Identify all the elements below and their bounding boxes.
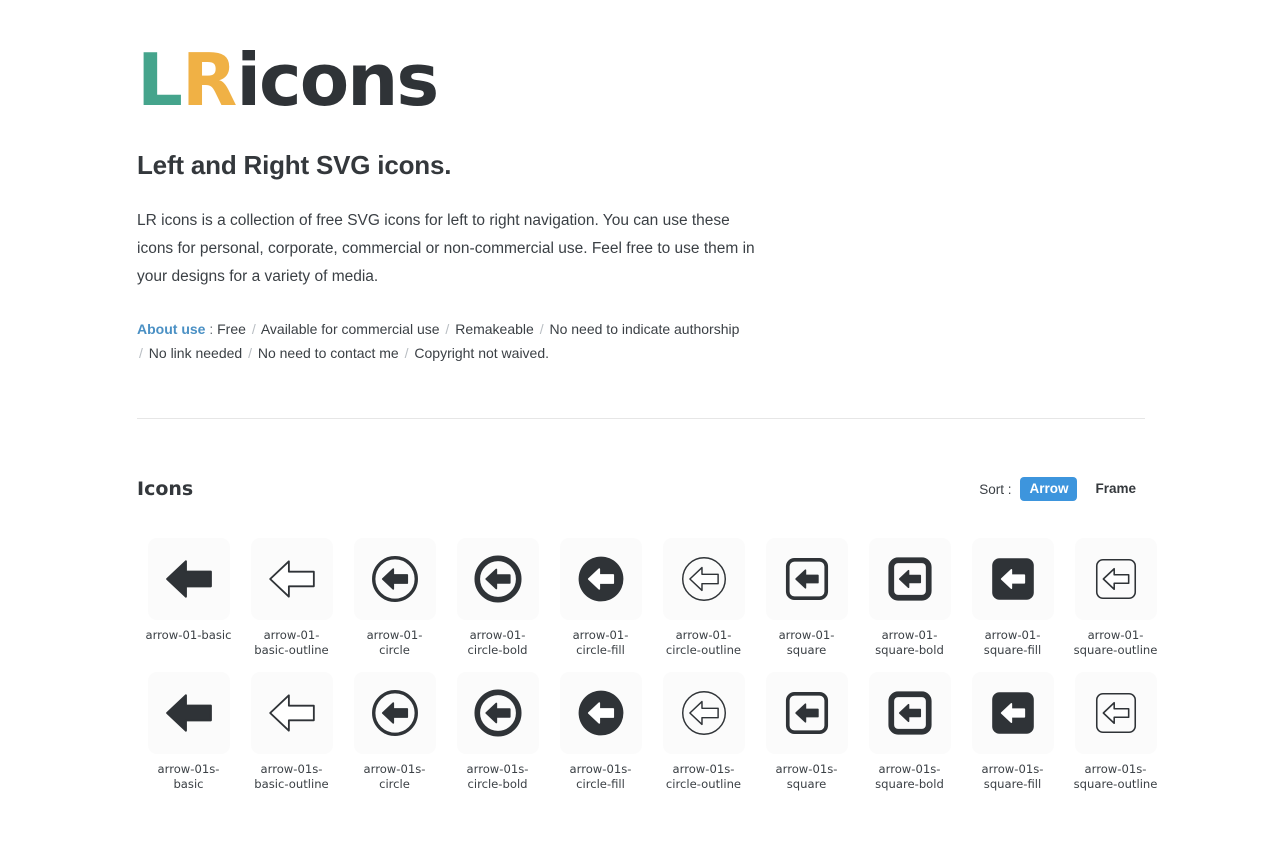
arrow-square-fill-icon[interactable] [971, 538, 1054, 620]
site-logo: LRicons [137, 0, 1145, 116]
icon-cell[interactable]: arrow-01s-square [755, 672, 858, 792]
icon-cell[interactable]: arrow-01-square [755, 538, 858, 658]
about-use-items: Free / Available for commercial use / Re… [137, 321, 739, 361]
icon-label: arrow-01-circle-fill [572, 628, 629, 657]
icon-cell[interactable]: arrow-01-circle [343, 538, 446, 658]
icon-grid: arrow-01-basic arrow-01-basic-outline arro… [137, 538, 1167, 792]
about-separator: / [539, 321, 544, 337]
about-item: Remakeable [451, 321, 538, 337]
icon-cell[interactable]: arrow-01s-square-bold [858, 672, 961, 792]
sort-label: Sort : [979, 481, 1012, 497]
icon-cell[interactable]: arrow-01s-square-fill [961, 672, 1064, 792]
arrow-circle-outline-icon[interactable] [662, 538, 745, 620]
logo-word-icons: icons [236, 38, 439, 122]
icon-cell[interactable]: arrow-01s-square-outline [1064, 672, 1167, 792]
icon-label: arrow-01s-circle [363, 762, 426, 791]
arrow-circle-fill-icon[interactable] [559, 538, 642, 620]
icon-label: arrow-01-square [778, 628, 835, 657]
icon-label: arrow-01s-basic [157, 762, 220, 791]
arrow-square-fill-icon[interactable] [971, 672, 1054, 754]
logo-letter-l: L [137, 38, 183, 122]
icon-cell[interactable]: arrow-01s-circle-outline [652, 672, 755, 792]
arrow-circle-bold-icon[interactable] [456, 672, 539, 754]
arrow-circle-icon[interactable] [353, 672, 436, 754]
sort-control: Sort : Arrow Frame [979, 477, 1145, 501]
icon-cell[interactable]: arrow-01-square-fill [961, 538, 1064, 658]
about-use-colon: : [209, 321, 214, 337]
icon-cell[interactable]: arrow-01s-circle-bold [446, 672, 549, 792]
arrow-circle-icon[interactable] [353, 538, 436, 620]
arrow-basic-icon[interactable] [147, 538, 230, 620]
icon-label: arrow-01-circle-bold [467, 628, 528, 657]
icon-label: arrow-01s-circle-outline [665, 762, 742, 791]
arrow-square-icon[interactable] [765, 538, 848, 620]
icon-cell[interactable]: arrow-01-circle-outline [652, 538, 755, 658]
about-use-label: About use [137, 321, 206, 337]
icon-cell[interactable]: arrow-01-basic-outline [240, 538, 343, 658]
arrow-basic-outline-icon[interactable] [250, 538, 333, 620]
about-separator: / [404, 345, 409, 361]
logo-letter-r: R [181, 38, 237, 122]
about-item: Available for commercial use [257, 321, 444, 337]
arrow-square-outline-icon[interactable] [1074, 672, 1157, 754]
arrow-basic-icon[interactable] [147, 672, 230, 754]
arrow-circle-outline-icon[interactable] [662, 672, 745, 754]
icons-section-header: Icons Sort : Arrow Frame [137, 477, 1145, 501]
about-use-line: About use : Free / Available for commerc… [137, 317, 747, 365]
arrow-square-outline-icon[interactable] [1074, 538, 1157, 620]
icon-label: arrow-01-square-bold [875, 628, 944, 657]
icon-label: arrow-01-square-outline [1073, 628, 1158, 657]
about-item: No link needed [144, 345, 247, 361]
about-item: Copyright not waived. [410, 345, 550, 361]
arrow-circle-fill-icon[interactable] [559, 672, 642, 754]
icon-label: arrow-01s-square-outline [1073, 762, 1158, 791]
about-separator: / [251, 321, 256, 337]
arrow-basic-outline-icon[interactable] [250, 672, 333, 754]
sort-option-arrow[interactable]: Arrow [1020, 477, 1078, 501]
about-item: No need to contact me [253, 345, 403, 361]
icon-label: arrow-01s-square-fill [981, 762, 1044, 791]
page-title: Left and Right SVG icons. [137, 150, 452, 180]
icon-label: arrow-01-basic [145, 628, 232, 642]
icon-label: arrow-01s-basic-outline [254, 762, 329, 791]
icon-cell[interactable]: arrow-01s-basic-outline [240, 672, 343, 792]
arrow-square-bold-icon[interactable] [868, 538, 951, 620]
icon-label: arrow-01-circle-outline [665, 628, 742, 657]
icon-label: arrow-01-square-fill [983, 628, 1042, 657]
icon-cell[interactable]: arrow-01-square-bold [858, 538, 961, 658]
icon-cell[interactable]: arrow-01-basic [137, 538, 240, 658]
about-separator: / [139, 345, 143, 361]
icon-cell[interactable]: arrow-01s-circle-fill [549, 672, 652, 792]
page-description: LR icons is a collection of free SVG ico… [137, 212, 755, 285]
icon-cell[interactable]: arrow-01-circle-fill [549, 538, 652, 658]
icon-cell[interactable]: arrow-01s-circle [343, 672, 446, 792]
about-item: Free [217, 321, 250, 337]
icon-label: arrow-01s-circle-fill [569, 762, 632, 791]
icon-cell[interactable]: arrow-01s-basic [137, 672, 240, 792]
section-divider [137, 418, 1145, 419]
arrow-circle-bold-icon[interactable] [456, 538, 539, 620]
icon-cell[interactable]: arrow-01-square-outline [1064, 538, 1167, 658]
icon-cell[interactable]: arrow-01-circle-bold [446, 538, 549, 658]
icon-label: arrow-01s-square-bold [875, 762, 944, 791]
about-item: No need to indicate authorship [545, 321, 740, 337]
arrow-square-icon[interactable] [765, 672, 848, 754]
section-title: Icons [137, 478, 194, 500]
arrow-square-bold-icon[interactable] [868, 672, 951, 754]
icon-label: arrow-01s-circle-bold [466, 762, 529, 791]
about-separator: / [248, 345, 252, 361]
icon-label: arrow-01-circle [366, 628, 423, 657]
sort-option-frame[interactable]: Frame [1086, 477, 1145, 501]
icon-label: arrow-01-basic-outline [254, 628, 329, 657]
icon-label: arrow-01s-square [775, 762, 838, 791]
page-root: LRicons Left and Right SVG icons. LR ico… [0, 0, 1280, 792]
